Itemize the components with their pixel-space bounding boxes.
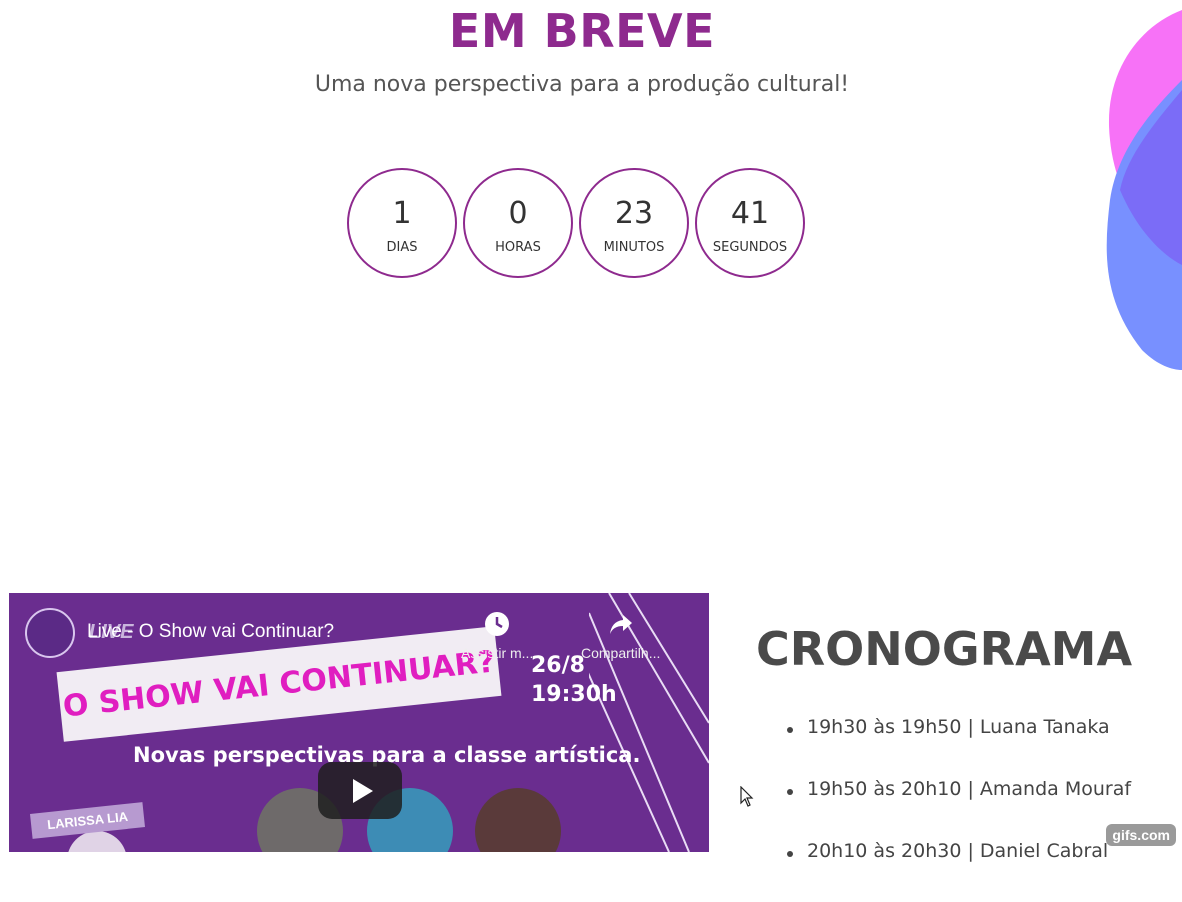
countdown-days: 1 DIAS: [347, 168, 457, 278]
countdown-days-label: DIAS: [386, 240, 418, 255]
video-date: 26/8 19:30h: [531, 651, 617, 709]
countdown-seconds-value: 41: [730, 196, 770, 231]
countdown-hours: 0 HORAS: [463, 168, 573, 278]
share-icon: [609, 615, 632, 634]
page-title: EM BREVE: [448, 4, 716, 58]
watch-later-button[interactable]: Assistir m...: [461, 611, 533, 661]
guest-photo-3: [475, 788, 561, 852]
play-button[interactable]: [318, 762, 402, 819]
schedule-item: 20h10 às 20h30 | Daniel Cabral: [787, 840, 1131, 902]
mouse-cursor-icon: [740, 786, 754, 807]
video-date-time: 19:30h: [531, 682, 617, 707]
schedule-item: 19h30 às 19h50 | Luana Tanaka: [787, 716, 1131, 778]
video-banner-text: O SHOW VAI CONTINUAR?: [61, 643, 497, 725]
countdown-minutes-label: MINUTOS: [603, 240, 665, 255]
countdown-seconds: 41 SEGUNDOS: [695, 168, 805, 278]
schedule-list: 19h30 às 19h50 | Luana Tanaka 19h50 às 2…: [787, 716, 1131, 902]
youtube-video-embed[interactable]: LIVE O SHOW VAI CONTINUAR? Live - O Show…: [9, 593, 709, 852]
video-date-day: 26/8: [531, 653, 585, 678]
countdown-hours-value: 0: [508, 196, 528, 231]
countdown-days-value: 1: [392, 196, 412, 231]
page-subtitle: Uma nova perspectiva para a produção cul…: [314, 72, 850, 97]
schedule-title: CRONOGRAMA: [756, 622, 1133, 676]
video-title[interactable]: Live - O Show vai Continuar?: [87, 621, 334, 643]
countdown-minutes: 23 MINUTOS: [579, 168, 689, 278]
clock-icon: [485, 612, 510, 636]
countdown-seconds-label: SEGUNDOS: [712, 240, 788, 255]
watch-later-label: Assistir m...: [461, 645, 534, 661]
channel-avatar[interactable]: [25, 608, 75, 658]
countdown-minutes-value: 23: [614, 196, 654, 231]
watermark: gifs.com: [1106, 824, 1176, 846]
schedule-item: 19h50 às 20h10 | Amanda Mouraf: [787, 778, 1131, 840]
countdown-hours-label: HORAS: [495, 240, 541, 255]
countdown-timer: 1 DIAS 0 HORAS 23 MINUTOS 41 SEGUNDOS: [347, 168, 805, 278]
